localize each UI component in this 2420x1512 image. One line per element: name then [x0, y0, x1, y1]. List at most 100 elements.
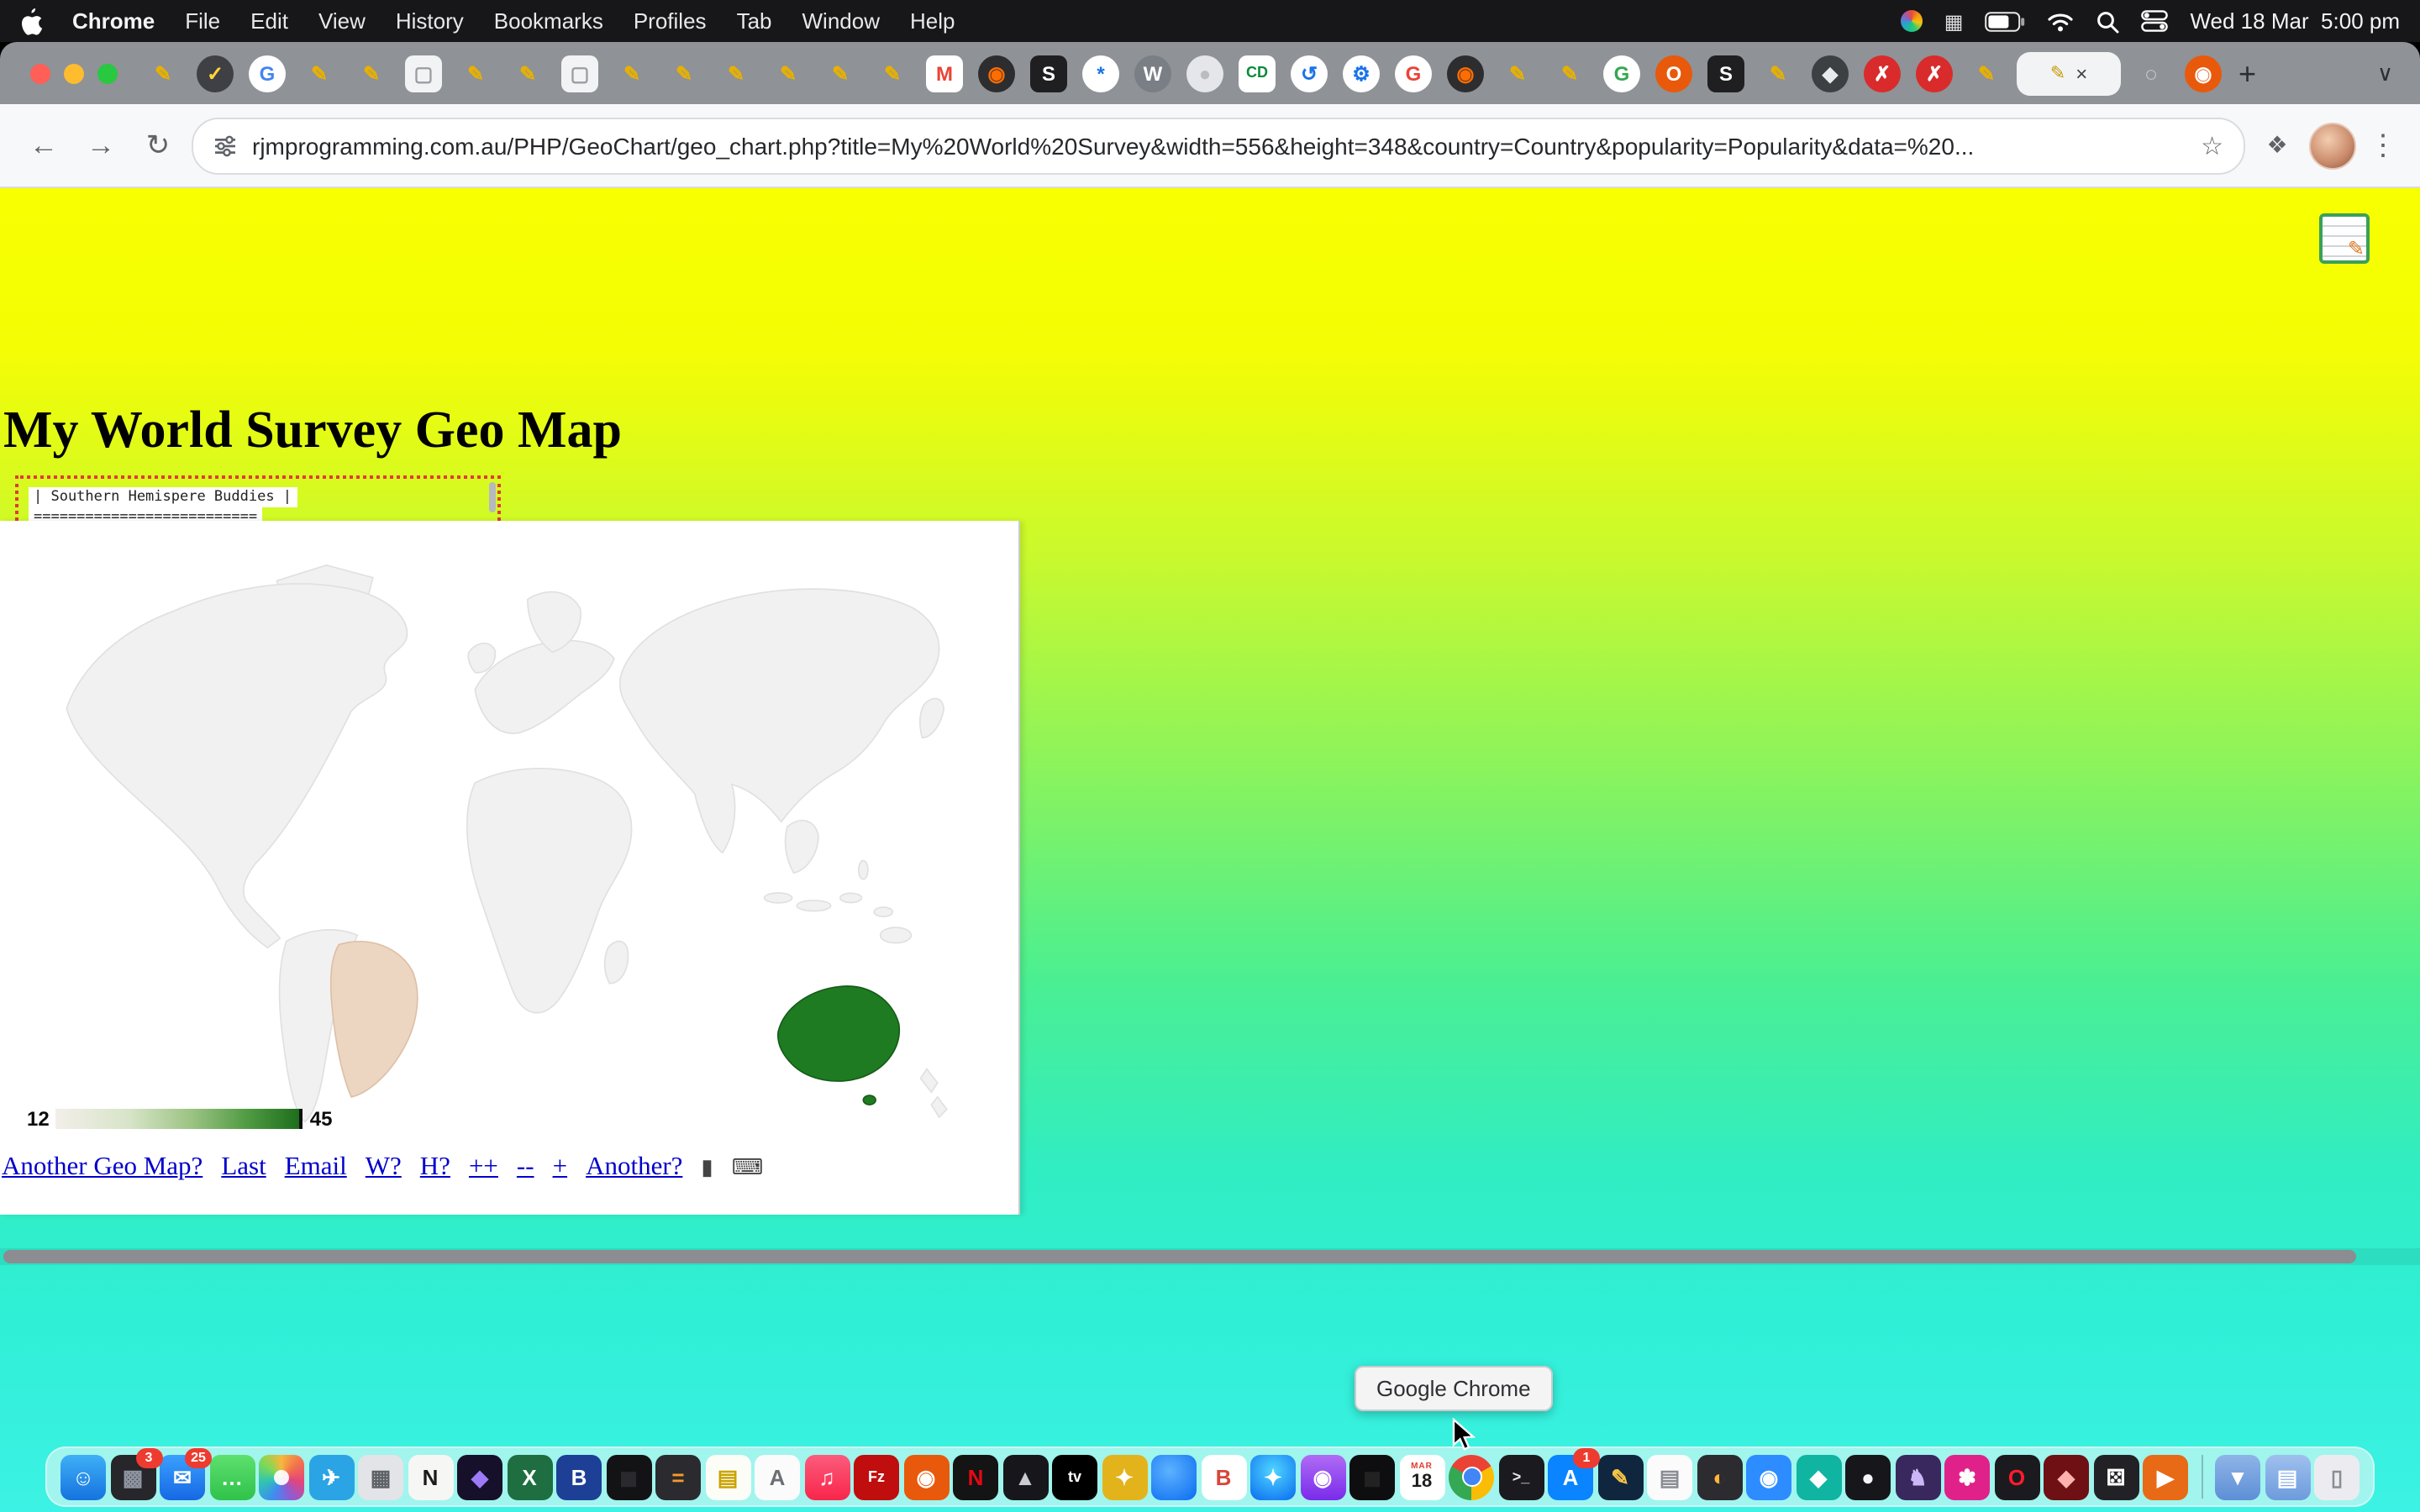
dock-netflix[interactable]: N — [953, 1454, 998, 1499]
dock-teal-app[interactable]: ◆ — [1796, 1454, 1841, 1499]
dock-github[interactable]: ● — [1845, 1454, 1891, 1499]
pinned-tab-blank-doc-1[interactable]: ▢ — [405, 55, 442, 92]
dock-safari[interactable]: ✦ — [1250, 1454, 1296, 1499]
pinned-tab-google-1[interactable]: G — [249, 55, 286, 92]
brazil[interactable] — [331, 942, 418, 1097]
dock-dark-utility[interactable]: ▩3 — [110, 1454, 155, 1499]
battery-icon[interactable] — [1985, 11, 2025, 31]
zoom-window-button[interactable] — [97, 63, 118, 83]
wifi-icon[interactable] — [2047, 11, 2074, 31]
dock-mail[interactable]: ✉25 — [160, 1454, 205, 1499]
dock-documents-folder[interactable]: ▤ — [2265, 1454, 2310, 1499]
dock-purple-app[interactable]: ♞ — [1895, 1454, 1940, 1499]
menu-profiles[interactable]: Profiles — [634, 8, 707, 34]
pinned-tab-cd-green[interactable]: CD — [1239, 55, 1276, 92]
australia[interactable] — [778, 986, 899, 1081]
pinned-tab-site-pencil-2[interactable]: ✎ — [301, 55, 338, 92]
dock-zoom[interactable]: ◉ — [1746, 1454, 1791, 1499]
pinned-tab-dotted-circle[interactable]: ◌ — [2133, 55, 2170, 92]
pinned-tab-dark-diamond[interactable]: ◆ — [1812, 55, 1849, 92]
pinned-tab-site-pencil-13[interactable]: ✎ — [1551, 55, 1588, 92]
dock-yellow-app[interactable]: ✦ — [1102, 1454, 1147, 1499]
pinned-tab-site-pencil-7[interactable]: ✎ — [666, 55, 702, 92]
pinned-tab-site-pencil-10[interactable]: ✎ — [822, 55, 859, 92]
note-scroll-thumb[interactable] — [489, 482, 496, 512]
link-email[interactable]: Email — [285, 1152, 347, 1183]
pinned-tab-site-pencil-4[interactable]: ✎ — [457, 55, 494, 92]
pinned-tab-s-app-2[interactable]: S — [1707, 55, 1744, 92]
back-button[interactable]: ← — [20, 122, 67, 169]
dock-black-app[interactable]: ◼ — [606, 1454, 651, 1499]
active-app-name[interactable]: Chrome — [72, 8, 155, 34]
dock-blue-ball-app[interactable] — [1151, 1454, 1197, 1499]
dock-docs-app[interactable]: ▤ — [1647, 1454, 1692, 1499]
link-sym-5[interactable]: ++ — [469, 1152, 498, 1183]
pinned-tab-red-app-2[interactable]: ✗ — [1916, 55, 1953, 92]
url-text[interactable]: rjmprogramming.com.au/PHP/GeoChart/geo_c… — [252, 132, 2186, 159]
dock-calculator[interactable]: = — [655, 1454, 701, 1499]
dock-pink-app[interactable]: ✽ — [1944, 1454, 1990, 1499]
dock-notes[interactable]: ▤ — [705, 1454, 750, 1499]
site-settings-icon[interactable] — [213, 134, 237, 157]
minimize-window-button[interactable] — [64, 63, 84, 83]
dock-podcasts[interactable]: ◉ — [1300, 1454, 1345, 1499]
pinned-tab-blank-doc-2[interactable]: ▢ — [561, 55, 598, 92]
link-sym-6[interactable]: -- — [517, 1152, 534, 1183]
pinned-tab-site-pencil-14[interactable]: ✎ — [1760, 55, 1797, 92]
apple-menu[interactable] — [20, 8, 42, 34]
dock-apple-tv[interactable]: tv — [1052, 1454, 1097, 1499]
notepad-icon[interactable]: ✎ — [2319, 213, 2370, 264]
pinned-tab-gear-blue[interactable]: ⚙ — [1343, 55, 1380, 92]
pinned-tab-site-pencil-9[interactable]: ✎ — [770, 55, 807, 92]
reload-button[interactable]: ↻ — [134, 122, 182, 169]
menu-edit[interactable]: Edit — [250, 8, 288, 34]
dock-terminal[interactable]: >_ — [1498, 1454, 1544, 1499]
menu-view[interactable]: View — [318, 8, 366, 34]
dock-chrome[interactable] — [1449, 1454, 1494, 1499]
pinned-tab-asterisk-blue[interactable]: * — [1082, 55, 1119, 92]
dock-black-app-2[interactable]: ◼ — [1349, 1454, 1395, 1499]
pinned-tab-site-pencil-15[interactable]: ✎ — [1968, 55, 2005, 92]
mini-doc-icon[interactable]: ▮ — [701, 1154, 713, 1181]
pinned-tab-target-dark-1[interactable]: ◉ — [978, 55, 1015, 92]
pinned-tab-site-pencil-6[interactable]: ✎ — [613, 55, 650, 92]
menu-file[interactable]: File — [185, 8, 220, 34]
dock-orange-app[interactable]: ◉ — [903, 1454, 949, 1499]
dock-photos[interactable] — [259, 1454, 304, 1499]
address-bar[interactable]: rjmprogramming.com.au/PHP/GeoChart/geo_c… — [192, 117, 2245, 174]
pinned-tab-target-dark-2[interactable]: ◉ — [1447, 55, 1484, 92]
pinned-tab-google-3[interactable]: G — [1603, 55, 1640, 92]
pinned-tab-google-2[interactable]: G — [1395, 55, 1432, 92]
link-last[interactable]: Last — [221, 1152, 266, 1183]
pinned-tab-orange-target[interactable]: ◉ — [2185, 55, 2222, 92]
pinned-tab-site-pencil-5[interactable]: ✎ — [509, 55, 546, 92]
dock-blue-b-app[interactable]: B — [556, 1454, 602, 1499]
pinned-tab-gray-dot[interactable]: ● — [1186, 55, 1223, 92]
pinned-tab-check-badge[interactable]: ✓ — [197, 55, 234, 92]
new-tab-button[interactable]: + — [2238, 58, 2256, 88]
pinned-tab-site-pencil-8[interactable]: ✎ — [718, 55, 755, 92]
dock-music[interactable]: ♫ — [804, 1454, 850, 1499]
profile-avatar[interactable] — [2309, 122, 2356, 169]
bookmark-star-icon[interactable]: ☆ — [2201, 130, 2223, 160]
pinned-tab-s-app-1[interactable]: S — [1030, 55, 1067, 92]
dock-dice-app[interactable]: ⚄ — [2093, 1454, 2139, 1499]
horizontal-scrollbar-thumb[interactable] — [3, 1250, 2356, 1263]
dock-opera[interactable]: O — [1994, 1454, 2039, 1499]
menu-history[interactable]: History — [396, 8, 464, 34]
dock-bear[interactable]: B — [1201, 1454, 1246, 1499]
dock-obsidian[interactable]: ◆ — [457, 1454, 502, 1499]
dock-design-app[interactable]: ◐ — [1697, 1454, 1742, 1499]
close-tab-icon[interactable]: × — [2075, 63, 2087, 83]
spotlight-search-icon[interactable] — [2096, 9, 2119, 33]
dock-notion[interactable]: N — [408, 1454, 453, 1499]
link-w[interactable]: W? — [366, 1152, 402, 1183]
horizontal-scrollbar[interactable] — [0, 1248, 2420, 1265]
dock-journal[interactable]: ✎ — [1597, 1454, 1643, 1499]
pinned-tab-site-pencil-3[interactable]: ✎ — [353, 55, 390, 92]
keyboard-icon[interactable]: ⌨ — [732, 1154, 764, 1181]
pinned-tab-site-pencil-12[interactable]: ✎ — [1499, 55, 1536, 92]
menubar-clock[interactable]: Wed 18 Mar 5:00 pm — [2190, 8, 2400, 34]
pinned-tab-red-app-1[interactable]: ✗ — [1864, 55, 1901, 92]
tasmania[interactable] — [863, 1095, 876, 1105]
